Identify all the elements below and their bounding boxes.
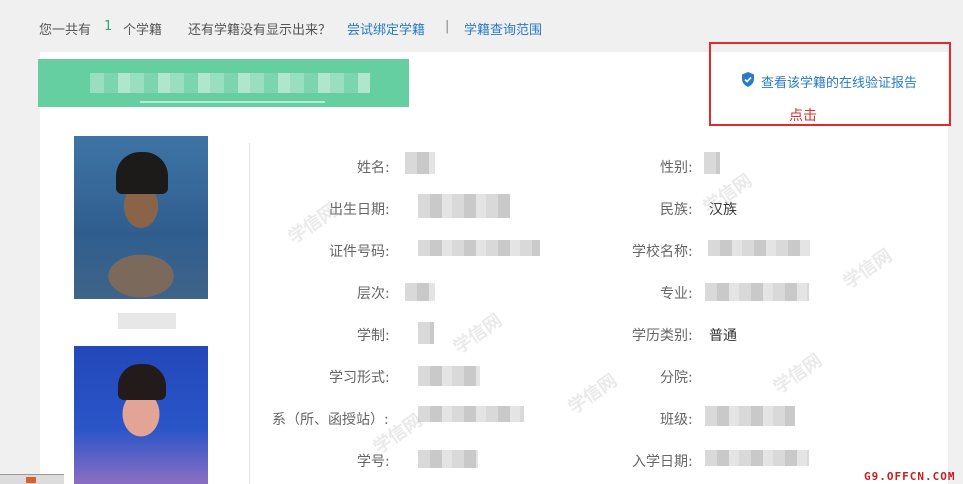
enrollment-date-label: 入学日期: bbox=[632, 454, 693, 470]
query-scope-link[interactable]: 学籍查询范围 bbox=[464, 19, 542, 38]
department-value-redacted bbox=[418, 406, 524, 422]
id-number-label: 证件号码: bbox=[329, 244, 390, 260]
banner-underline bbox=[140, 101, 325, 103]
school-name-redacted bbox=[90, 73, 370, 93]
corner-thumbnail bbox=[0, 474, 64, 484]
total-suffix: 个学籍 bbox=[123, 23, 163, 38]
school-name-label: 学校名称: bbox=[632, 244, 693, 260]
photo-detail bbox=[118, 364, 166, 400]
verification-link-label: 查看该学籍的在线验证报告 bbox=[761, 76, 918, 91]
level-label: 层次: bbox=[357, 286, 390, 302]
enrollment-date-value-redacted bbox=[705, 450, 809, 466]
major-value-redacted bbox=[705, 283, 809, 301]
topbar-separator: | bbox=[445, 19, 450, 34]
level-value-redacted bbox=[405, 283, 435, 301]
photo-info-divider bbox=[249, 143, 250, 484]
shield-check-icon bbox=[741, 72, 755, 91]
study-mode-label: 学习形式: bbox=[329, 370, 390, 386]
gender-label: 性别: bbox=[660, 160, 693, 176]
missing-records-question: 还有学籍没有显示出来？ bbox=[188, 23, 332, 38]
graduation-photo bbox=[74, 346, 208, 484]
corner-mark bbox=[26, 477, 36, 483]
school-name-value-redacted bbox=[708, 240, 810, 256]
department-label: 系（所、函授站）: bbox=[272, 412, 389, 428]
branch-label: 分院: bbox=[660, 370, 693, 386]
photo-caption-redacted bbox=[118, 313, 176, 329]
id-number-value-redacted bbox=[418, 240, 540, 256]
student-id-value-redacted bbox=[418, 450, 478, 468]
click-annotation: 点击 bbox=[789, 108, 817, 124]
class-value-redacted bbox=[705, 406, 795, 426]
class-label: 班级: bbox=[660, 412, 693, 428]
duration-value-redacted bbox=[418, 322, 434, 344]
study-mode-value-redacted bbox=[418, 366, 480, 386]
education-type-label: 学历类别: bbox=[632, 328, 693, 344]
education-type-value: 普通 bbox=[709, 328, 737, 344]
photo-detail bbox=[116, 152, 168, 194]
duration-label: 学制: bbox=[357, 328, 390, 344]
enrollment-photo bbox=[74, 136, 208, 299]
major-label: 专业: bbox=[660, 286, 693, 302]
gender-value-redacted bbox=[704, 152, 720, 174]
total-prefix: 您一共有 bbox=[39, 23, 92, 38]
name-value-redacted bbox=[405, 152, 435, 174]
birth-date-value-redacted bbox=[418, 194, 510, 218]
ethnicity-label: 民族: bbox=[660, 202, 693, 218]
bind-record-link[interactable]: 尝试绑定学籍 bbox=[347, 19, 425, 38]
record-count: 1 bbox=[104, 19, 113, 34]
site-watermark-tag: G9.OFFCN.COM bbox=[864, 470, 956, 483]
online-verification-report-link[interactable]: 查看该学籍的在线验证报告 bbox=[741, 72, 917, 91]
name-label: 姓名: bbox=[357, 160, 390, 176]
